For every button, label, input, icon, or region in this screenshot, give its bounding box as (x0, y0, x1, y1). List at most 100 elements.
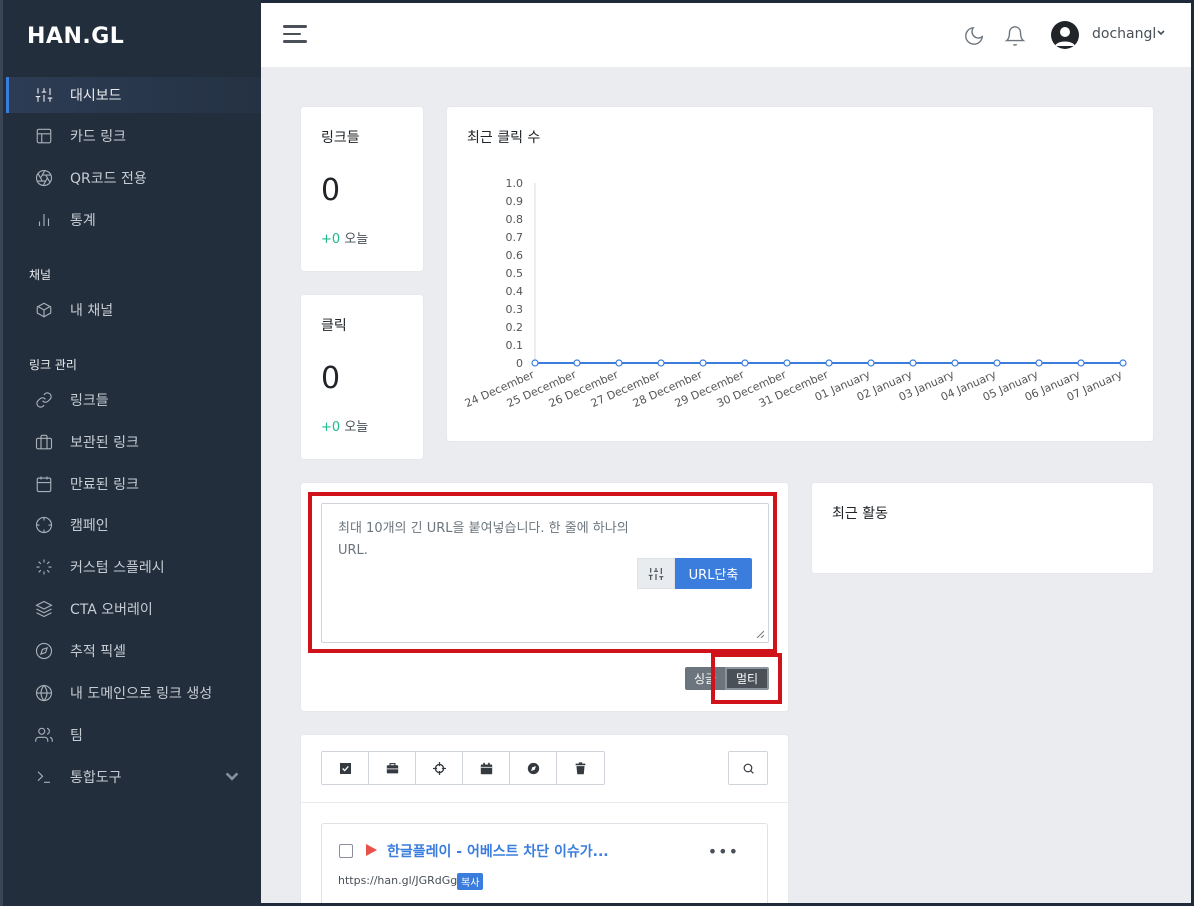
sidebar-item-integrations[interactable]: 통합도구 (6, 759, 261, 795)
crosshair-icon (432, 761, 446, 775)
sidebar-item-label: 링크들 (70, 393, 109, 409)
sidebar-item-pixel[interactable]: 추적 픽셀 (6, 633, 261, 669)
stat-value: 0 (321, 361, 341, 396)
pixel-button[interactable] (510, 752, 557, 784)
sidebar-item-splash[interactable]: 커스텀 스플레시 (6, 549, 261, 585)
globe-icon (34, 683, 54, 703)
sidebar-item-label: 통계 (70, 213, 96, 229)
sidebar-item-label: 추적 픽셀 (70, 644, 126, 660)
link-title[interactable]: 한글플레이 - 어베스트 차단 이슈가... (387, 841, 609, 861)
section-header-links: 링크 관리 (29, 358, 77, 372)
divider (301, 802, 788, 803)
data-point[interactable] (825, 359, 833, 367)
sidebar-item-dashboard[interactable]: 대시보드 (6, 77, 261, 113)
y-tick-label: 0.9 (506, 195, 524, 208)
highlight-box-multi (711, 653, 782, 704)
expire-button[interactable] (463, 752, 510, 784)
data-point[interactable] (657, 359, 665, 367)
y-tick-label: 0.2 (506, 321, 524, 334)
select-all-button[interactable] (322, 752, 369, 784)
sidebar-item-label: 통합도구 (70, 770, 122, 786)
sidebar-item-my-channel[interactable]: 내 채널 (6, 292, 261, 328)
sidebar-item-stats[interactable]: 통계 (6, 202, 261, 238)
copy-button[interactable]: 복사 (457, 873, 484, 890)
y-tick-label: 0 (516, 357, 523, 370)
data-point[interactable] (993, 359, 1001, 367)
data-point[interactable] (1119, 359, 1127, 367)
sidebar-item-archived[interactable]: 보관된 링크 (6, 424, 261, 460)
sidebar-item-links[interactable]: 링크들 (6, 382, 261, 418)
sidebar-item-label: 내 채널 (70, 303, 114, 319)
data-point[interactable] (1077, 359, 1085, 367)
sidebar-item-label: 카드 링크 (70, 129, 126, 145)
layout-icon (34, 126, 54, 146)
data-point[interactable] (909, 359, 917, 367)
delete-button[interactable] (557, 752, 604, 784)
data-point[interactable] (867, 359, 875, 367)
sidebar-item-team[interactable]: 팀 (6, 717, 261, 753)
y-tick-label: 0.6 (506, 249, 524, 262)
link-list-card: 한글플레이 - 어베스트 차단 이슈가... ••• https://han.g… (301, 735, 788, 903)
data-point[interactable] (615, 359, 623, 367)
short-url[interactable]: https://han.gl/JGRdGg (338, 874, 457, 887)
sidebar-item-card-link[interactable]: 카드 링크 (6, 118, 261, 154)
campaign-button[interactable] (416, 752, 463, 784)
main-content: 링크들 0 +0 오늘 클릭 0 +0 오늘 최근 클릭 수 0 0.1 0.2 0.… (261, 67, 1191, 903)
recent-activity-card: 최근 활동 (812, 483, 1153, 573)
recent-activity-title: 최근 활동 (832, 506, 888, 522)
bell-icon[interactable] (1004, 25, 1026, 47)
users-icon (34, 725, 54, 745)
data-point[interactable] (573, 359, 581, 367)
calendar-icon (34, 474, 54, 494)
layers-icon (34, 599, 54, 619)
y-tick-label: 0.3 (506, 303, 524, 316)
stat-delta: +0 (321, 232, 341, 247)
list-item: 한글플레이 - 어베스트 차단 이슈가... ••• https://han.g… (321, 823, 768, 903)
y-tick-label: 0.4 (506, 285, 524, 298)
data-point[interactable] (783, 359, 791, 367)
sidebar-item-label: QR코드 전용 (70, 171, 147, 187)
sidebar-item-label: 보관된 링크 (70, 435, 139, 451)
moon-icon[interactable] (963, 25, 985, 47)
sidebar-item-cta[interactable]: CTA 오버레이 (6, 591, 261, 627)
data-point[interactable] (741, 359, 749, 367)
briefcase-icon (34, 432, 54, 452)
stat-delta: +0 (321, 420, 341, 435)
stat-title: 클릭 (321, 318, 347, 334)
search-button[interactable] (728, 751, 768, 785)
data-point[interactable] (531, 359, 539, 367)
stat-title: 링크들 (321, 130, 360, 146)
sidebar-item-expired[interactable]: 만료된 링크 (6, 466, 261, 502)
archive-button[interactable] (369, 752, 416, 784)
more-options-icon[interactable]: ••• (708, 842, 739, 861)
sidebar-item-qr[interactable]: QR코드 전용 (6, 160, 261, 196)
loader-icon (34, 557, 54, 577)
sidebar-item-domain[interactable]: 내 도메인으로 링크 생성 (6, 675, 261, 711)
stat-value: 0 (321, 173, 341, 208)
data-point[interactable] (699, 359, 707, 367)
username[interactable]: dochangl (1092, 26, 1156, 42)
calendar-icon (480, 762, 492, 774)
sidebar-item-campaign[interactable]: 캠페인 (6, 507, 261, 543)
row-checkbox[interactable] (339, 844, 353, 858)
stat-today: +0 오늘 (321, 228, 368, 247)
y-tick-label: 0.1 (506, 339, 524, 352)
data-point[interactable] (1035, 359, 1043, 367)
briefcase-icon (386, 762, 398, 773)
data-point[interactable] (951, 359, 959, 367)
stat-today-label: 오늘 (344, 420, 369, 435)
y-tick-label: 1.0 (506, 177, 524, 190)
bar-chart-icon (34, 210, 54, 230)
stat-card-clicks: 클릭 0 +0 오늘 (301, 295, 423, 459)
menu-toggle-icon[interactable] (283, 25, 307, 45)
chevron-down-icon[interactable] (1156, 28, 1166, 38)
sidebar-item-label: 만료된 링크 (70, 477, 139, 493)
sidebar-item-label: 대시보드 (70, 88, 122, 104)
brand-logo[interactable]: HAN.GL (27, 24, 124, 49)
sidebar: HAN.GL 대시보드 카드 링크 QR코드 전용 통계 채널 내 채널 링크 … (0, 0, 261, 906)
top-header: dochangl (261, 3, 1191, 67)
sidebar-item-label: 내 도메인으로 링크 생성 (70, 686, 213, 702)
stat-card-links: 링크들 0 +0 오늘 (301, 107, 423, 271)
trash-icon (575, 761, 586, 774)
avatar[interactable] (1051, 21, 1079, 49)
